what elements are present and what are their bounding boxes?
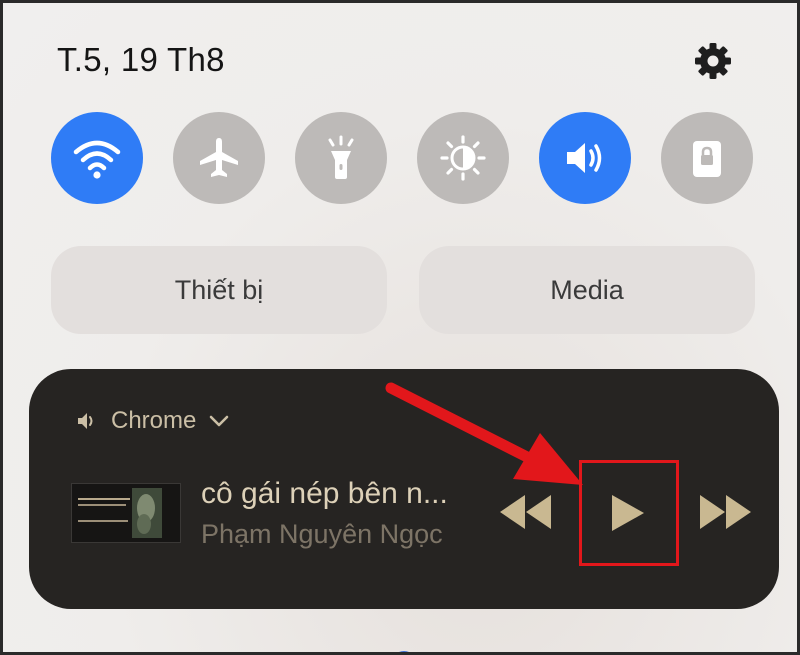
- brightness-toggle[interactable]: [417, 112, 509, 204]
- wifi-icon: [73, 140, 121, 179]
- secure-folder-toggle[interactable]: [661, 112, 753, 204]
- lock-icon: [693, 141, 721, 177]
- play-button-highlight-box: [579, 460, 679, 566]
- chevron-down-icon: [210, 415, 229, 427]
- media-output-selector[interactable]: Chrome: [75, 405, 232, 437]
- media-button[interactable]: Media: [419, 246, 755, 334]
- song-title: cô gái nép bên n...: [201, 477, 448, 510]
- flashlight-icon: [328, 135, 354, 179]
- devices-button-label: Thiết bị: [174, 274, 264, 305]
- album-art-thumbnail: [71, 483, 181, 543]
- airplane-icon: [200, 138, 238, 177]
- settings-gear-icon[interactable]: [691, 39, 735, 83]
- flashlight-toggle[interactable]: [295, 112, 387, 204]
- date-label: T.5, 19 Th8: [57, 41, 225, 78]
- fast-forward-icon[interactable]: [697, 492, 755, 532]
- speaker-icon: [567, 143, 602, 173]
- source-app-label: Chrome: [111, 407, 197, 434]
- media-button-label: Media: [550, 274, 624, 305]
- devices-button[interactable]: Thiết bị: [51, 246, 387, 334]
- rewind-icon[interactable]: [497, 492, 555, 532]
- bottom-indicator: [391, 651, 417, 652]
- sound-toggle[interactable]: [539, 112, 631, 204]
- brightness-icon: [440, 135, 486, 181]
- speaker-icon: [78, 413, 93, 429]
- wifi-toggle[interactable]: [51, 112, 143, 204]
- notification-panel: T.5, 19 Th8 Thiết bị Media Chrome cô gái…: [0, 0, 800, 655]
- artist-name: Phạm Nguyên Ngọc: [201, 519, 443, 549]
- airplane-mode-toggle[interactable]: [173, 112, 265, 204]
